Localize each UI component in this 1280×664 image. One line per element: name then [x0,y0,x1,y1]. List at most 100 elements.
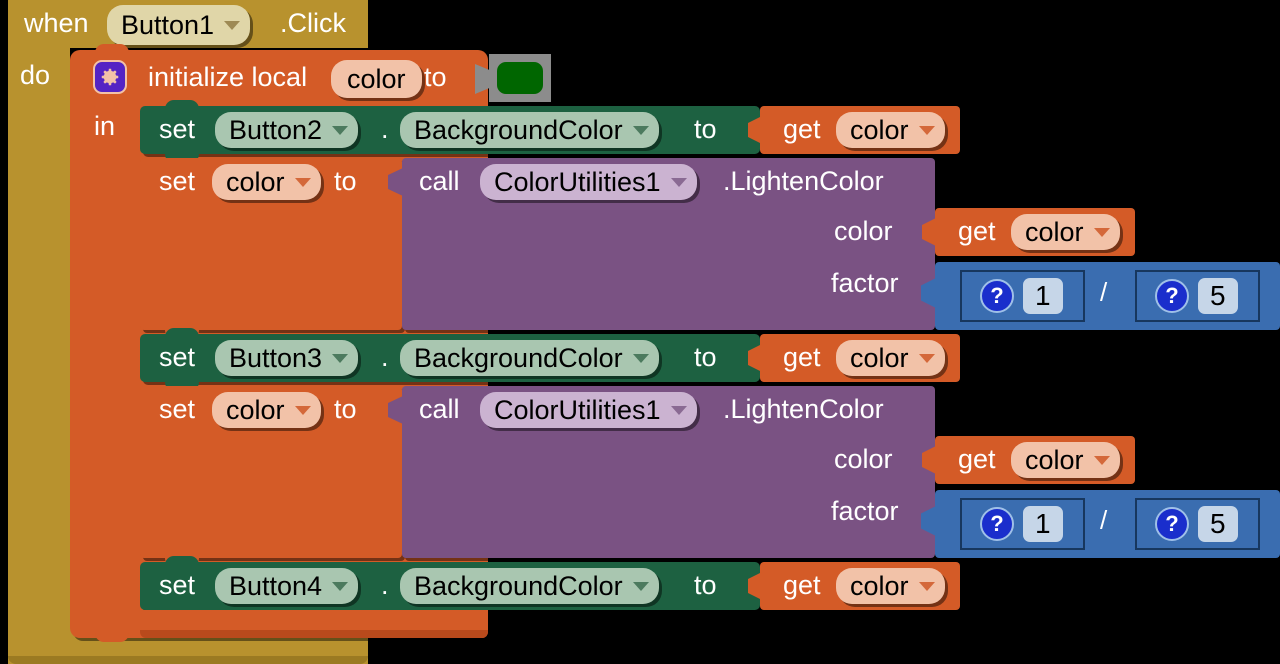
property-dropdown-backgroundcolor-1[interactable]: BackgroundColor [400,112,659,148]
set-button2-top-notch [165,100,199,112]
event-component-dropdown[interactable]: Button1 [107,5,251,45]
mutator-gear-icon[interactable] [93,60,127,94]
call-label-1: call [419,166,460,196]
property-dropdown-backgroundcolor-3[interactable]: BackgroundColor [400,568,659,604]
help-icon[interactable]: ? [980,279,1014,313]
color-block-socket [475,64,491,94]
to-label-2: to [334,166,357,196]
number-value-numerator-2[interactable]: 1 [1023,505,1063,543]
help-icon[interactable]: ? [1155,507,1189,541]
set-button3-top-notch [165,328,199,340]
variable-name-2: color [1025,216,1084,247]
get-label-2: get [958,216,996,246]
get-label-1: get [783,114,821,144]
chevron-down-icon [632,581,649,591]
arg-label-factor-1: factor [831,268,899,298]
number-value-denominator-2[interactable]: 5 [1198,505,1238,543]
chevron-down-icon [632,353,649,363]
do-label: do [20,60,51,90]
component-name-button2: Button2 [229,114,323,145]
property-name-1: BackgroundColor [414,114,623,145]
number-block-denominator-1[interactable]: ? 5 [1135,270,1260,322]
division-operator-1: / [1100,277,1108,307]
chevron-down-icon [224,20,241,30]
get-label-5: get [783,570,821,600]
local-variable-name-field[interactable]: color [331,60,422,98]
help-icon[interactable]: ? [1155,279,1189,313]
initialize-local-bottom-bump [95,630,129,642]
in-label: in [94,111,116,141]
to-label-3: to [694,342,717,372]
arg-label-color-1: color [834,216,893,246]
variable-name-set-1: color [226,166,285,197]
get-label-3: get [783,342,821,372]
call-method-name-2: .LightenColor [723,394,884,424]
initialize-local-top-bump [95,44,129,56]
variable-dropdown-color-4[interactable]: color [1011,442,1120,478]
arg-label-factor-2: factor [831,496,899,526]
chevron-down-icon [918,353,935,363]
variable-dropdown-color-1[interactable]: color [836,112,945,148]
dot-separator-3: . [381,570,389,600]
chevron-down-icon [632,125,649,135]
color-swatch[interactable] [497,62,543,94]
set-label-1: set [159,114,196,144]
event-component-label: Button1 [121,9,215,40]
chevron-down-icon [294,177,311,187]
chevron-down-icon [332,581,349,591]
component-name-button4: Button4 [229,570,323,601]
to-label-1: to [694,114,717,144]
chevron-down-icon [1093,455,1110,465]
component-dropdown-button2[interactable]: Button2 [215,112,359,148]
property-dropdown-backgroundcolor-2[interactable]: BackgroundColor [400,340,659,376]
variable-name-set-2: color [226,394,285,425]
help-icon[interactable]: ? [980,507,1014,541]
set-label-2: set [159,166,196,196]
chevron-down-icon [918,581,935,591]
initialize-local-label: initialize local [148,62,308,92]
chevron-down-icon [294,405,311,415]
variable-dropdown-color-3[interactable]: color [836,340,945,376]
call-component-dropdown-1[interactable]: ColorUtilities1 [480,164,697,200]
call-label-2: call [419,394,460,424]
call-method-name-1: .LightenColor [723,166,884,196]
call-component-name-1: ColorUtilities1 [494,166,661,197]
chevron-down-icon [670,405,687,415]
set-label-4: set [159,394,196,424]
variable-dropdown-set-color-1[interactable]: color [212,164,321,200]
chevron-down-icon [332,125,349,135]
to-label-5: to [694,570,717,600]
property-name-2: BackgroundColor [414,342,623,373]
number-block-numerator-2[interactable]: ? 1 [960,498,1085,550]
property-name-3: BackgroundColor [414,570,623,601]
variable-dropdown-color-2[interactable]: color [1011,214,1120,250]
variable-dropdown-color-5[interactable]: color [836,568,945,604]
variable-dropdown-set-color-2[interactable]: color [212,392,321,428]
chevron-down-icon [1093,227,1110,237]
chevron-down-icon [332,353,349,363]
component-dropdown-button3[interactable]: Button3 [215,340,359,376]
division-operator-2: / [1100,505,1108,535]
variable-name-4: color [1025,444,1084,475]
variable-name-3: color [850,342,909,373]
initialize-local-bottom-shade [140,630,488,638]
component-dropdown-button4[interactable]: Button4 [215,568,359,604]
event-block-foot-shade [8,656,368,664]
event-name-label: .Click [280,8,346,38]
local-variable-name: color [347,63,406,94]
when-label: when [24,8,89,38]
component-name-button3: Button3 [229,342,323,373]
number-value-numerator-1[interactable]: 1 [1023,277,1063,315]
dot-separator-2: . [381,342,389,372]
to-label-4: to [334,394,357,424]
call-component-dropdown-2[interactable]: ColorUtilities1 [480,392,697,428]
number-value-denominator-1[interactable]: 5 [1198,277,1238,315]
initialize-local-to-label: to [424,62,447,92]
call-component-name-2: ColorUtilities1 [494,394,661,425]
number-block-denominator-2[interactable]: ? 5 [1135,498,1260,550]
set-label-5: set [159,570,196,600]
event-block-left-column [8,48,70,638]
blocks-canvas[interactable]: when Button1 .Click do initialize local … [0,0,1280,664]
number-block-numerator-1[interactable]: ? 1 [960,270,1085,322]
set-label-3: set [159,342,196,372]
